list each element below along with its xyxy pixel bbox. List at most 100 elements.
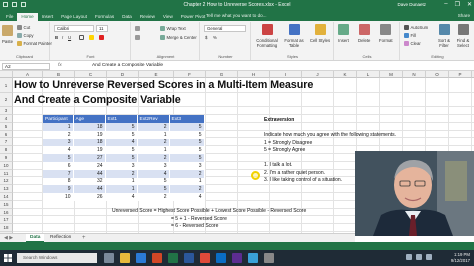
app-icon[interactable] — [264, 253, 274, 263]
notification-icon[interactable] — [426, 254, 432, 260]
header-ext3[interactable]: Ext3 — [169, 115, 205, 123]
cut-button[interactable]: Cut — [17, 25, 30, 30]
table-cell[interactable]: 3 — [43, 138, 74, 147]
cell-styles-button[interactable]: Cell Styles — [308, 24, 332, 43]
paste-button[interactable]: Paste — [2, 25, 13, 44]
row-header[interactable]: 10 — [0, 161, 13, 170]
windows-start-icon[interactable] — [4, 254, 12, 262]
column-header[interactable]: I — [270, 71, 302, 78]
font-size-select[interactable]: 11 — [96, 25, 108, 32]
table-cell[interactable]: 19 — [73, 146, 106, 155]
tab-home[interactable]: Home — [17, 13, 38, 21]
delete-cells-button[interactable]: Delete — [358, 24, 370, 43]
table-cell[interactable]: 4 — [43, 146, 74, 155]
table-cell[interactable]: 2 — [137, 193, 170, 201]
insert-cells-button[interactable]: Insert — [338, 24, 349, 43]
row-header[interactable]: 3 — [0, 107, 13, 115]
row-header[interactable]: 11 — [0, 169, 13, 178]
table-cell[interactable]: 4 — [105, 193, 138, 201]
column-header[interactable]: G — [206, 71, 238, 78]
header-participant[interactable]: Participant — [43, 115, 74, 123]
format-as-table-button[interactable]: Format as Table — [282, 24, 306, 48]
table-cell[interactable]: 10 — [43, 193, 74, 201]
file-explorer-icon[interactable] — [120, 253, 130, 263]
skype-icon[interactable] — [248, 253, 258, 263]
bold-button[interactable]: B — [55, 35, 58, 40]
table-cell[interactable]: 32 — [73, 177, 106, 186]
row-header[interactable]: 2 — [0, 93, 13, 107]
table-cell[interactable]: 3 — [169, 161, 205, 170]
edge-icon[interactable] — [136, 253, 146, 263]
table-cell[interactable]: 5 — [169, 154, 205, 162]
row-header[interactable]: 4 — [0, 115, 13, 123]
font-color-button[interactable] — [99, 35, 104, 40]
tab-review[interactable]: Review — [136, 13, 159, 21]
tell-me-box[interactable]: Tell me what you want to do... — [206, 13, 267, 18]
table-cell[interactable]: 3 — [105, 161, 138, 170]
task-view-icon[interactable] — [104, 253, 114, 263]
column-header[interactable]: A — [13, 71, 43, 78]
table-cell[interactable]: 5 — [105, 146, 138, 155]
table-cell[interactable]: 4 — [137, 169, 170, 178]
table-cell[interactable]: 18 — [73, 123, 106, 131]
table-cell[interactable]: 27 — [73, 154, 106, 162]
column-header[interactable]: K — [334, 71, 357, 78]
table-cell[interactable]: 1 — [43, 123, 74, 131]
format-painter-button[interactable]: Format Painter — [17, 41, 52, 46]
network-icon[interactable] — [406, 254, 412, 260]
column-header[interactable]: C — [75, 71, 107, 78]
wrap-text-button[interactable]: Wrap Text — [160, 26, 186, 31]
share-button[interactable]: Share — [458, 13, 470, 18]
copy-button[interactable]: Copy — [17, 33, 34, 38]
percent-button[interactable]: % — [213, 35, 217, 40]
table-cell[interactable]: 2 — [105, 169, 138, 178]
table-cell[interactable]: 1 — [105, 177, 138, 186]
tab-view[interactable]: View — [159, 13, 177, 21]
powerpoint-icon[interactable] — [152, 253, 162, 263]
taskbar-clock[interactable]: 1:19 PM 9/12/2017 — [451, 252, 470, 263]
sheet-tab-data[interactable]: Data — [26, 234, 45, 242]
chrome-icon[interactable] — [200, 253, 210, 263]
tab-power-pivot[interactable]: Power Pivot — [177, 13, 210, 21]
column-header[interactable]: B — [43, 71, 75, 78]
data-table[interactable]: Participant Age Ext1 Ext2Rev Ext3 1 18 5 2 5… — [43, 115, 205, 201]
align-top-button[interactable] — [135, 26, 140, 31]
sort-filter-button[interactable]: Sort & Filter — [435, 24, 453, 48]
find-select-button[interactable]: Find & Select — [454, 24, 472, 48]
word-icon[interactable] — [184, 253, 194, 263]
user-name[interactable]: Dave Dunaetz — [397, 2, 426, 7]
fill-button[interactable]: Fill — [404, 33, 416, 38]
autosum-button[interactable]: AutoSum — [404, 25, 428, 30]
row-header[interactable]: 6 — [0, 130, 13, 139]
table-cell[interactable]: 5 — [137, 177, 170, 186]
column-header[interactable]: M — [380, 71, 403, 78]
table-cell[interactable]: 1 — [137, 130, 170, 139]
table-cell[interactable]: 44 — [73, 169, 106, 178]
align-left-button[interactable] — [135, 35, 140, 40]
table-cell[interactable]: 7 — [43, 169, 74, 178]
row-header[interactable]: 5 — [0, 122, 13, 131]
row-header[interactable]: 7 — [0, 138, 13, 147]
excel-icon[interactable] — [168, 253, 178, 263]
font-name-select[interactable]: Calibri — [54, 25, 94, 32]
table-cell[interactable]: 44 — [73, 185, 106, 194]
underline-button[interactable]: U — [68, 35, 71, 40]
column-header[interactable]: F — [174, 71, 206, 78]
row-header[interactable]: 8 — [0, 146, 13, 154]
format-cells-button[interactable]: Format — [379, 24, 393, 43]
table-cell[interactable]: 2 — [137, 154, 170, 162]
restore-button[interactable]: ❐ — [455, 1, 460, 8]
table-cell[interactable]: 5 — [169, 123, 205, 131]
table-cell[interactable]: 2 — [137, 123, 170, 131]
onenote-icon[interactable] — [232, 253, 242, 263]
fx-icon[interactable]: fx — [58, 63, 62, 68]
sheet-tab-reflection[interactable]: Reflection — [46, 234, 75, 242]
table-cell[interactable]: 4 — [105, 138, 138, 147]
table-cell[interactable]: 2 — [169, 185, 205, 194]
row-header[interactable]: 1 — [0, 78, 13, 93]
row-header[interactable]: 16 — [0, 208, 13, 217]
table-cell[interactable]: 24 — [73, 161, 106, 170]
table-cell[interactable]: 1 — [105, 185, 138, 194]
column-header[interactable]: O — [426, 71, 449, 78]
clear-button[interactable]: Clear — [404, 41, 421, 46]
